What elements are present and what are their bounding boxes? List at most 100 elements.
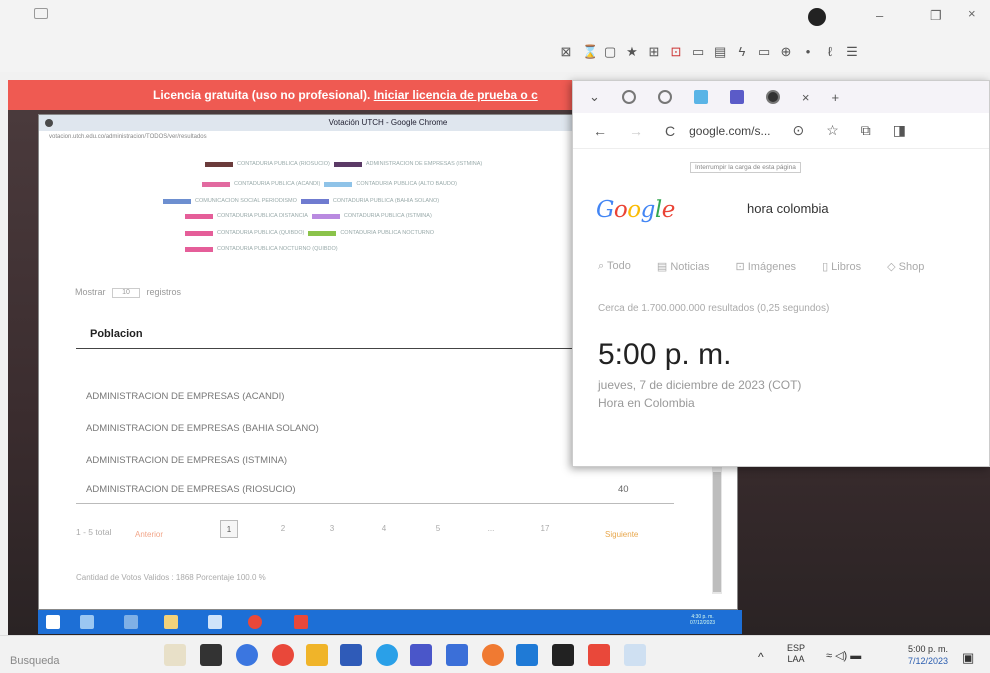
- legend-swatch: [308, 230, 337, 236]
- app-icon[interactable]: [164, 644, 186, 666]
- tab-news[interactable]: ▤ Noticias: [657, 260, 710, 273]
- layout-code: LAA: [787, 654, 805, 664]
- tab-books[interactable]: ▯ Libros: [822, 260, 861, 273]
- maximize-button[interactable]: ❐: [930, 8, 942, 24]
- table-header-poblacion[interactable]: Poblacion: [90, 328, 143, 340]
- star-icon[interactable]: ★: [626, 44, 638, 60]
- tab-icon[interactable]: [657, 90, 672, 104]
- language-indicator[interactable]: ESP LAA: [787, 643, 805, 665]
- google-logo[interactable]: Google: [596, 197, 675, 223]
- forward-icon[interactable]: →: [629, 123, 643, 139]
- side-panel-icon[interactable]: ◨: [893, 122, 906, 139]
- app-icon[interactable]: [124, 615, 138, 629]
- notification-icon[interactable]: ▣: [962, 650, 974, 666]
- message-icon[interactable]: ▤: [714, 44, 726, 60]
- start-trial-link[interactable]: Iniciar licencia de prueba o c: [374, 88, 538, 102]
- edge-icon[interactable]: [376, 644, 398, 666]
- legend-label: CONTADURIA PUBLICA NOCTURNO (QUIBDO): [217, 246, 338, 252]
- bookmark-star-icon[interactable]: ☆: [826, 122, 839, 139]
- remote-app-icon[interactable]: [294, 615, 308, 629]
- menu-icon[interactable]: ☰: [846, 44, 858, 60]
- minimize-button[interactable]: –: [876, 8, 883, 23]
- tab-shopping[interactable]: ◇ Shop: [887, 260, 924, 273]
- legend-label: CONTADURIA PUBLICA (RIOSUCIO): [237, 161, 330, 167]
- file-explorer-icon[interactable]: [80, 615, 94, 629]
- file-transfer-icon[interactable]: ⊞: [648, 44, 660, 60]
- app-icon[interactable]: [446, 644, 468, 666]
- image-icon: ⊡: [735, 261, 748, 273]
- page-button-5[interactable]: 5: [429, 520, 447, 538]
- app-icon[interactable]: [410, 644, 432, 666]
- lightning-icon[interactable]: ϟ: [736, 44, 748, 60]
- app-icon[interactable]: [340, 644, 362, 666]
- page-button-3[interactable]: 3: [323, 520, 341, 538]
- app-icon[interactable]: [624, 644, 646, 666]
- chat-icon[interactable]: ▭: [692, 44, 704, 60]
- chrome-icon[interactable]: [272, 644, 294, 666]
- browser-nav-bar: ← → C google.com/s... ⊙ ☆ ⧉ ◨: [573, 113, 989, 149]
- profile-avatar[interactable]: [808, 8, 826, 26]
- next-page-link[interactable]: Siguiente: [605, 530, 638, 539]
- location-icon[interactable]: ⊙: [793, 122, 805, 139]
- screenshot-icon[interactable]: ⊠: [560, 44, 572, 60]
- previous-page-link[interactable]: Anterior: [135, 530, 163, 539]
- license-banner: Licencia gratuita (uso no profesional). …: [8, 80, 608, 110]
- host-window-titlebar: – ❐ × ⊠ ⌛ ▢ ★ ⊞ ⊡ ▭ ▤ ϟ ▭ ⊕ • ℓ ☰: [0, 0, 990, 72]
- firefox-icon[interactable]: [482, 644, 504, 666]
- tab-images[interactable]: ⊡ Imágenes: [735, 260, 796, 273]
- chrome-icon: [45, 119, 53, 127]
- timer-icon[interactable]: ⌛: [582, 44, 598, 60]
- legend-label: CONTADURIA PUBLICA (BAHIA SOLANO): [332, 198, 440, 204]
- chrome-icon[interactable]: [248, 615, 262, 629]
- window-icon[interactable]: ▢: [604, 44, 616, 60]
- app-icon[interactable]: [208, 615, 222, 629]
- remote-app-icon[interactable]: [588, 644, 610, 666]
- search-query-input[interactable]: hora colombia: [747, 201, 829, 216]
- legend-row: CONTADURIA PUBLICA NOCTURNO (QUIBDO): [185, 245, 338, 253]
- chat-icon[interactable]: [34, 8, 48, 19]
- start-icon[interactable]: [46, 615, 60, 629]
- folder-icon[interactable]: [164, 615, 178, 629]
- tab-list-icon[interactable]: ⌄: [589, 89, 600, 105]
- dot-icon[interactable]: •: [802, 44, 814, 60]
- page-button-1[interactable]: 1: [220, 520, 238, 538]
- tab-all[interactable]: ⌕ Todo: [598, 260, 631, 273]
- info-icon[interactable]: ⊡: [670, 44, 682, 60]
- close-button[interactable]: ×: [968, 6, 976, 21]
- shield-icon[interactable]: ⊕: [780, 44, 792, 60]
- tab-icon[interactable]: [621, 90, 636, 104]
- extensions-icon[interactable]: ⧉: [861, 122, 871, 139]
- close-tab-icon[interactable]: ×: [802, 90, 810, 105]
- legend-label: COMUNICACION SOCIAL PERIODISMO: [195, 198, 297, 204]
- reload-icon[interactable]: C: [665, 123, 675, 139]
- table-row: ADMINISTRACION DE EMPRESAS (BAHIA SOLANO…: [86, 423, 319, 434]
- tab-icon[interactable]: [729, 90, 744, 104]
- taskbar-clock[interactable]: 5:00 p. m. 7/12/2023: [908, 643, 948, 667]
- url-field[interactable]: google.com/s...: [689, 124, 770, 138]
- legend-label: CONTADURIA PUBLICA (ALTO BAUDO): [356, 181, 457, 187]
- current-date: jueves, 7 de diciembre de 2023 (COT): [598, 378, 802, 392]
- tray-expand-icon[interactable]: ^: [758, 650, 764, 664]
- chat-icon[interactable]: [236, 644, 258, 666]
- tab-icon[interactable]: [693, 90, 708, 104]
- page-ellipsis: ...: [487, 524, 495, 533]
- records-per-page-select[interactable]: 10: [112, 287, 141, 298]
- pen-icon[interactable]: ℓ: [824, 44, 836, 60]
- page-button-17[interactable]: 17: [536, 520, 554, 538]
- page-button-2[interactable]: 2: [274, 520, 292, 538]
- keyboard-icon[interactable]: ▭: [758, 44, 770, 60]
- app-icon[interactable]: [516, 644, 538, 666]
- page-button-4[interactable]: 4: [375, 520, 393, 538]
- legend-row: COMUNICACION SOCIAL PERIODISMO CONTADURI…: [163, 197, 439, 205]
- legend-row: CONTADURIA PUBLICA (ACANDI) CONTADURIA P…: [202, 180, 457, 188]
- system-tray-icons[interactable]: ≈ ◁) ▬: [826, 649, 861, 662]
- terminal-icon[interactable]: [552, 644, 574, 666]
- folder-icon[interactable]: [306, 644, 328, 666]
- scrollbar-thumb[interactable]: [713, 472, 721, 592]
- app-icon[interactable]: [200, 644, 222, 666]
- back-icon[interactable]: ←: [593, 123, 607, 139]
- taskbar-search[interactable]: Busqueda: [10, 655, 60, 667]
- toolbar: ⊠ ⌛ ▢ ★ ⊞ ⊡ ▭ ▤ ϟ ▭ ⊕ • ℓ ☰: [560, 44, 858, 60]
- tab-icon[interactable]: [765, 90, 780, 104]
- new-tab-icon[interactable]: +: [832, 90, 840, 105]
